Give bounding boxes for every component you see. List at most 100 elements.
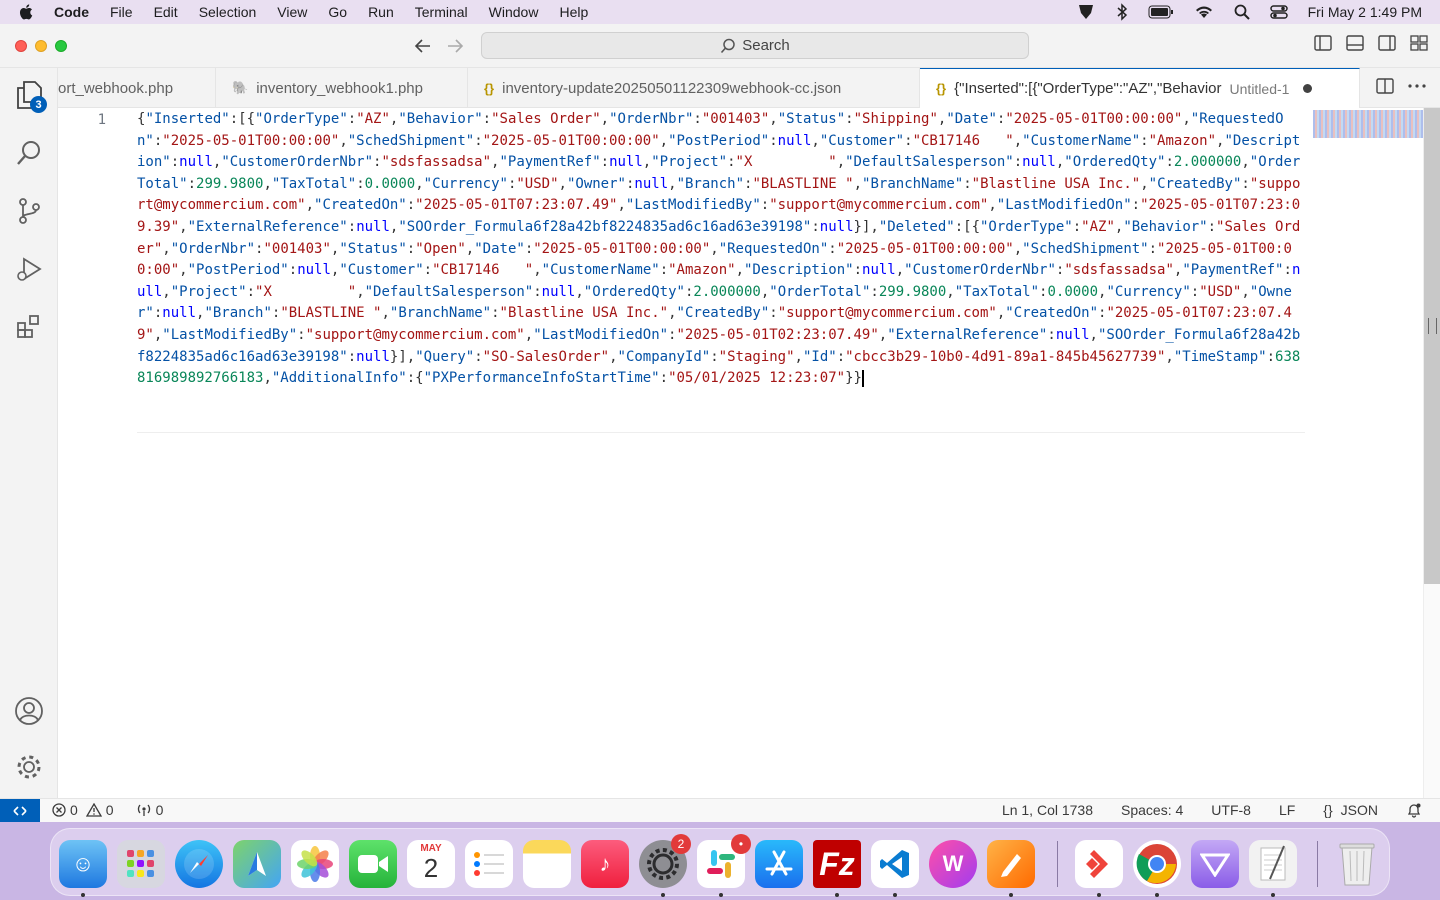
menu-terminal[interactable]: Terminal	[415, 4, 468, 20]
launchpad-icon[interactable]	[117, 840, 165, 888]
cursor-position[interactable]: Ln 1, Col 1738	[1002, 802, 1093, 818]
command-center-search[interactable]: Search	[481, 32, 1029, 59]
pages-pen-icon[interactable]	[987, 840, 1035, 888]
tab-ort-webhook[interactable]: ort_webhook.php	[58, 68, 216, 108]
text-cursor	[861, 369, 864, 387]
extensions-icon[interactable]	[14, 312, 44, 342]
filezilla-icon[interactable]: Fz	[813, 840, 861, 888]
split-editor-icon[interactable]	[1376, 78, 1394, 94]
tab-inventory-update-json[interactable]: {} inventory-update20250501122309webhook…	[468, 68, 920, 108]
menu-run[interactable]: Run	[368, 4, 394, 20]
indentation-setting[interactable]: Spaces: 4	[1121, 802, 1183, 818]
remote-indicator-button[interactable]	[0, 799, 40, 823]
menu-window[interactable]: Window	[489, 4, 539, 20]
spotlight-search-icon[interactable]	[1234, 4, 1250, 20]
vpn-shield-icon[interactable]	[1076, 3, 1096, 21]
remote-icon	[13, 806, 27, 816]
line-number-gutter: 1	[58, 108, 136, 132]
editor-vertical-scrollbar[interactable]	[1423, 108, 1440, 798]
running-indicator	[1155, 893, 1159, 897]
menu-app-name[interactable]: Code	[54, 4, 89, 20]
back-arrow-icon[interactable]	[414, 38, 432, 54]
notes-icon[interactable]	[523, 840, 571, 888]
minimize-window-button[interactable]	[35, 40, 47, 52]
php-icon: 🐘	[232, 80, 249, 95]
line-number: 1	[97, 112, 106, 128]
maps-icon[interactable]	[233, 840, 281, 888]
facetime-icon[interactable]	[349, 840, 397, 888]
run-and-debug-icon[interactable]	[14, 254, 44, 284]
photos-icon[interactable]	[291, 840, 339, 888]
problems-indicator[interactable]: 0 0	[52, 802, 114, 818]
anydesk-icon[interactable]	[1075, 840, 1123, 888]
minimap[interactable]	[1313, 110, 1423, 138]
ports-indicator[interactable]: 0	[136, 802, 163, 818]
tab-label: ort_webhook.php	[58, 79, 174, 97]
tab-label: inventory_webhook1.php	[256, 79, 423, 97]
safari-icon[interactable]	[175, 840, 223, 888]
window-title-bar: Search	[0, 24, 1440, 68]
menu-file[interactable]: File	[110, 4, 133, 20]
calendar-icon[interactable]: MAY 2	[407, 840, 455, 888]
close-window-button[interactable]	[15, 40, 27, 52]
chrome-icon[interactable]	[1133, 840, 1181, 888]
wifi-icon[interactable]	[1194, 4, 1214, 20]
settings-badge: 2	[671, 834, 691, 854]
encoding-setting[interactable]: UTF-8	[1211, 802, 1251, 818]
apple-icon[interactable]	[18, 3, 36, 21]
wps-office-icon[interactable]: W	[929, 840, 977, 888]
source-control-icon[interactable]	[14, 196, 44, 226]
notifications-bell-icon[interactable]	[1406, 802, 1422, 818]
json-icon: {}	[484, 80, 495, 96]
bluetooth-icon[interactable]	[1116, 3, 1128, 21]
editor-area[interactable]: 1 {"Inserted":[{"OrderType":"AZ","Behavi…	[58, 108, 1423, 798]
reminders-icon[interactable]	[465, 840, 513, 888]
music-icon[interactable]: ♪	[581, 840, 629, 888]
zoom-window-button[interactable]	[55, 40, 67, 52]
menu-view[interactable]: View	[277, 4, 307, 20]
eol-setting[interactable]: LF	[1279, 802, 1295, 818]
language-mode[interactable]: {} JSON	[1323, 802, 1378, 818]
running-indicator	[835, 893, 839, 897]
search-sidebar-icon[interactable]	[14, 138, 44, 168]
menu-help[interactable]: Help	[559, 4, 588, 20]
menu-go[interactable]: Go	[328, 4, 347, 20]
vscode-icon[interactable]	[871, 840, 919, 888]
control-center-icon[interactable]	[1269, 4, 1288, 20]
forward-arrow-icon[interactable]	[446, 38, 464, 54]
braces-icon: {}	[1323, 802, 1333, 818]
system-settings-icon[interactable]: 2	[639, 834, 691, 888]
tab-label: inventory-update20250501122309webhook-cc…	[502, 79, 842, 97]
menu-selection[interactable]: Selection	[199, 4, 257, 20]
textedit-icon[interactable]	[1249, 840, 1297, 888]
finder-icon[interactable]: ☺	[59, 840, 107, 888]
proton-vpn-icon[interactable]	[1191, 840, 1239, 888]
error-count: 0	[70, 802, 78, 818]
toggle-secondary-sidebar-icon[interactable]	[1378, 35, 1396, 51]
menu-bar-clock[interactable]: Fri May 2 1:49 PM	[1308, 4, 1422, 20]
language-label: JSON	[1340, 802, 1378, 818]
code-content[interactable]: {"Inserted":[{"OrderType":"AZ","Behavior…	[137, 108, 1307, 390]
battery-icon[interactable]	[1148, 5, 1174, 19]
tab-inventory-webhook1[interactable]: 🐘 inventory_webhook1.php	[216, 68, 468, 108]
tab-untitled-1[interactable]: {} {"Inserted":[{"OrderType":"AZ","Behav…	[920, 68, 1360, 108]
macos-menu-bar: Code File Edit Selection View Go Run Ter…	[0, 0, 1440, 24]
status-bar: 0 0 0 Ln 1, Col 1738 Spaces: 4 UTF-8 LF …	[0, 798, 1440, 823]
slack-icon[interactable]: •	[697, 834, 751, 888]
editor-tab-bar: ort_webhook.php 🐘 inventory_webhook1.php…	[58, 68, 1440, 108]
running-indicator	[1271, 893, 1275, 897]
scrollbar-thumb[interactable]	[1424, 108, 1440, 584]
calendar-day: 2	[423, 853, 439, 883]
unsaved-dot-icon[interactable]	[1303, 84, 1313, 93]
accounts-icon[interactable]	[14, 696, 44, 726]
explorer-badge: 3	[30, 96, 47, 113]
toggle-primary-sidebar-icon[interactable]	[1314, 35, 1332, 51]
toggle-panel-icon[interactable]	[1346, 35, 1364, 51]
customize-layout-icon[interactable]	[1410, 35, 1428, 51]
manage-gear-icon[interactable]	[14, 752, 44, 782]
more-actions-icon[interactable]	[1408, 84, 1426, 88]
running-indicator	[81, 893, 85, 897]
trash-icon[interactable]	[1333, 840, 1381, 888]
menu-edit[interactable]: Edit	[154, 4, 178, 20]
app-store-icon[interactable]	[755, 840, 803, 888]
